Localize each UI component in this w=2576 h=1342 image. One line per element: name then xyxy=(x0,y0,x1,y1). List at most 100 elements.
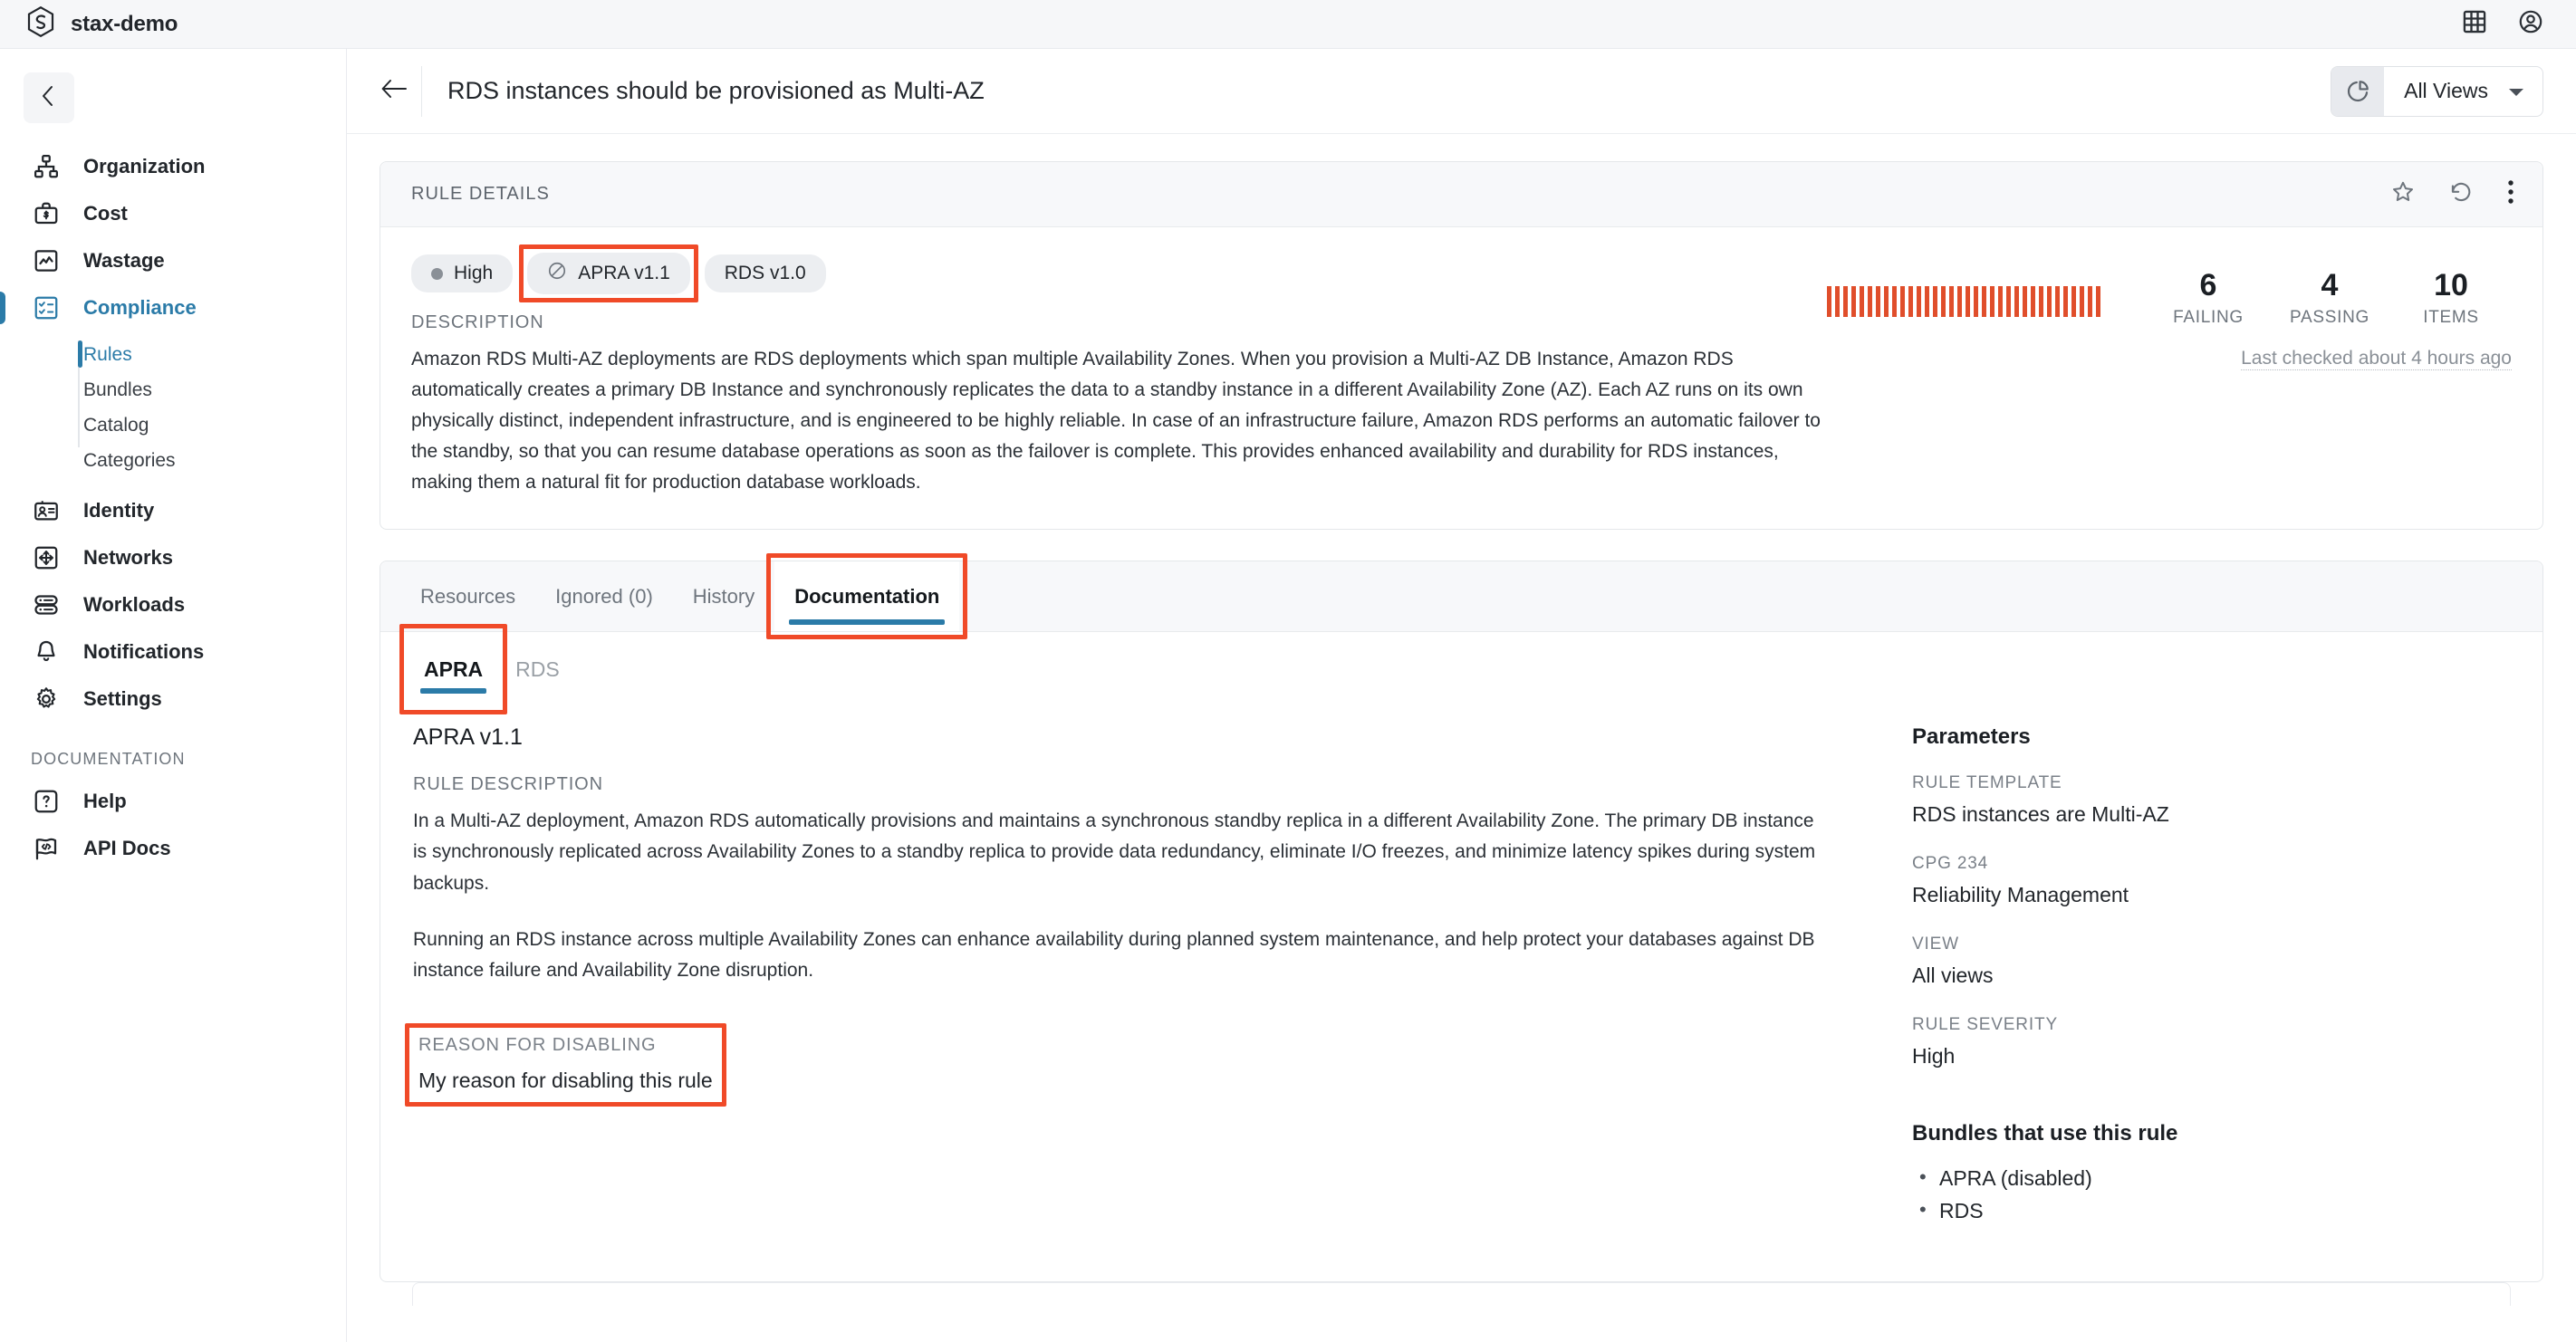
sparkline-bar xyxy=(1884,286,1889,318)
documentation-title: APRA v1.1 xyxy=(413,724,523,751)
chart-line-icon xyxy=(31,245,62,276)
sidebar-item-api-docs[interactable]: API Docs xyxy=(0,825,346,872)
list-item[interactable]: APRA (disabled) xyxy=(1912,1162,2510,1195)
documentation-main: APRA v1.1 RULE DESCRIPTION In a Multi-AZ… xyxy=(405,724,1826,1227)
sparkline-bar xyxy=(1941,286,1946,318)
sparkline-bar xyxy=(1925,286,1929,318)
top-bar-actions xyxy=(2462,9,2576,39)
list-item[interactable]: RDS xyxy=(1912,1194,2510,1228)
disabled-circle-slash-icon xyxy=(547,261,567,286)
rule-details-body: High APRA v1.1 RDS v1.0 DESCRIPTION Amaz… xyxy=(380,227,2542,529)
stat-label: FAILING xyxy=(2173,308,2244,328)
gear-icon xyxy=(31,684,62,714)
badge-apra[interactable]: APRA v1.1 xyxy=(527,253,690,294)
sparkline-bar xyxy=(1827,286,1831,318)
sparkline-bar xyxy=(1966,286,1970,318)
views-selector[interactable]: All Views xyxy=(2331,65,2543,117)
rule-description-label: RULE DESCRIPTION xyxy=(413,774,603,795)
tab-documentation[interactable]: Documentation xyxy=(774,561,960,632)
back-button[interactable] xyxy=(372,70,416,113)
next-card-edge xyxy=(412,1282,2511,1307)
sidebar: Organization Cost Wastage Compliance Rul… xyxy=(0,49,347,1342)
refresh-counterclockwise-icon[interactable] xyxy=(2448,179,2474,209)
sparkline-bar xyxy=(1974,286,1978,318)
sidebar-item-workloads[interactable]: Workloads xyxy=(0,581,346,628)
sidebar-item-label: Organization xyxy=(83,155,206,177)
subtab-apra[interactable]: APRA xyxy=(408,632,499,706)
stax-hexagon-logo-icon xyxy=(27,5,54,42)
sidebar-subitem-label: Catalog xyxy=(83,414,149,436)
tab-label: Ignored (0) xyxy=(555,584,653,608)
sidebar-item-compliance[interactable]: Compliance xyxy=(0,284,346,331)
compliance-sparkline xyxy=(1827,286,2100,318)
sidebar-item-settings[interactable]: Settings xyxy=(0,676,346,723)
sidebar-item-wastage[interactable]: Wastage xyxy=(0,237,346,284)
main-content: RDS instances should be provisioned as M… xyxy=(347,49,2576,1342)
parameter-value: High xyxy=(1912,1044,1956,1069)
more-vertical-icon[interactable] xyxy=(2506,178,2515,210)
sparkline-bar xyxy=(2080,286,2084,318)
content-area: RULE DETAILS High APRA v1.1 RDS v1.0 DES… xyxy=(347,134,2576,1307)
tab-resources[interactable]: Resources xyxy=(400,561,535,631)
tab-ignored[interactable]: Ignored (0) xyxy=(535,561,673,631)
tab-documentation-wrapper: Documentation xyxy=(766,553,968,640)
documentation-subtabs: APRA RDS xyxy=(380,624,2542,715)
sidebar-collapse-button[interactable] xyxy=(24,72,74,123)
pie-chart-icon xyxy=(2331,66,2385,116)
sidebar-subnav-compliance: Rules Bundles Catalog Categories xyxy=(0,337,346,478)
sparkline-bar xyxy=(2096,286,2100,318)
subtab-label: RDS xyxy=(515,657,560,681)
views-selected-value: All Views xyxy=(2404,79,2488,102)
subtab-label: APRA xyxy=(424,657,484,681)
grid-apps-icon[interactable] xyxy=(2462,9,2487,39)
stat-value: 4 xyxy=(2321,268,2339,302)
sparkline-bar xyxy=(1908,286,1913,318)
bell-icon xyxy=(31,637,62,667)
brand[interactable]: stax-demo xyxy=(0,5,178,42)
sparkline-bar xyxy=(2088,286,2092,318)
sidebar-subitem-catalog[interactable]: Catalog xyxy=(83,407,346,443)
bundles-title: Bundles that use this rule xyxy=(1912,1121,2178,1146)
badge-label: RDS v1.0 xyxy=(724,263,806,283)
sidebar-subitem-rules[interactable]: Rules xyxy=(78,337,346,372)
sparkline-bar xyxy=(1933,286,1937,318)
subtab-apra-wrapper: APRA xyxy=(399,624,508,715)
stat-label: ITEMS xyxy=(2423,308,2479,328)
server-stack-icon xyxy=(31,590,62,620)
sparkline-bar xyxy=(1990,286,1994,318)
arrow-left-icon xyxy=(380,77,408,105)
last-checked-text[interactable]: Last checked about 4 hours ago xyxy=(2241,348,2512,371)
sidebar-item-help[interactable]: Help xyxy=(0,778,346,825)
user-account-icon[interactable] xyxy=(2518,9,2543,39)
sidebar-item-label: Settings xyxy=(83,687,162,710)
code-flag-icon xyxy=(31,833,62,864)
sparkline-bar xyxy=(1892,286,1897,318)
sparkline-bar xyxy=(2023,286,2027,318)
sparkline-bar xyxy=(1843,286,1848,318)
sidebar-item-notifications[interactable]: Notifications xyxy=(0,628,346,676)
sidebar-subitem-label: Rules xyxy=(83,343,132,365)
sidebar-subitem-categories[interactable]: Categories xyxy=(83,443,346,478)
sidebar-nav: Organization Cost Wastage Compliance Rul… xyxy=(0,143,346,872)
badge-rds[interactable]: RDS v1.0 xyxy=(704,254,826,292)
badge-apra-wrapper: APRA v1.1 xyxy=(519,244,698,302)
sparkline-bar xyxy=(1982,286,1986,318)
star-icon[interactable] xyxy=(2390,179,2416,209)
sidebar-item-networks[interactable]: Networks xyxy=(0,534,346,581)
rule-details-card: RULE DETAILS High APRA v1.1 RDS v1.0 DES… xyxy=(380,161,2543,531)
rule-details-stats: 6 FAILING 4 PASSING 10 ITEMS Last checke… xyxy=(1827,253,2512,498)
stat-items: 10 ITEMS xyxy=(2390,268,2512,328)
views-label-group: All Views xyxy=(2384,67,2542,116)
sidebar-item-cost[interactable]: Cost xyxy=(0,190,346,237)
page-title: RDS instances should be provisioned as M… xyxy=(447,77,985,104)
tab-history[interactable]: History xyxy=(673,561,774,631)
badge-severity[interactable]: High xyxy=(411,254,514,292)
arrows-move-icon xyxy=(31,542,62,573)
sidebar-item-organization[interactable]: Organization xyxy=(0,143,346,190)
rule-details-left: High APRA v1.1 RDS v1.0 DESCRIPTION Amaz… xyxy=(411,244,1827,498)
sidebar-item-label: Cost xyxy=(83,202,128,225)
sidebar-subitem-bundles[interactable]: Bundles xyxy=(83,372,346,407)
subtab-rds[interactable]: RDS xyxy=(499,632,576,706)
documentation-body: APRA v1.1 RULE DESCRIPTION In a Multi-AZ… xyxy=(380,706,2542,1281)
sidebar-item-identity[interactable]: Identity xyxy=(0,487,346,534)
